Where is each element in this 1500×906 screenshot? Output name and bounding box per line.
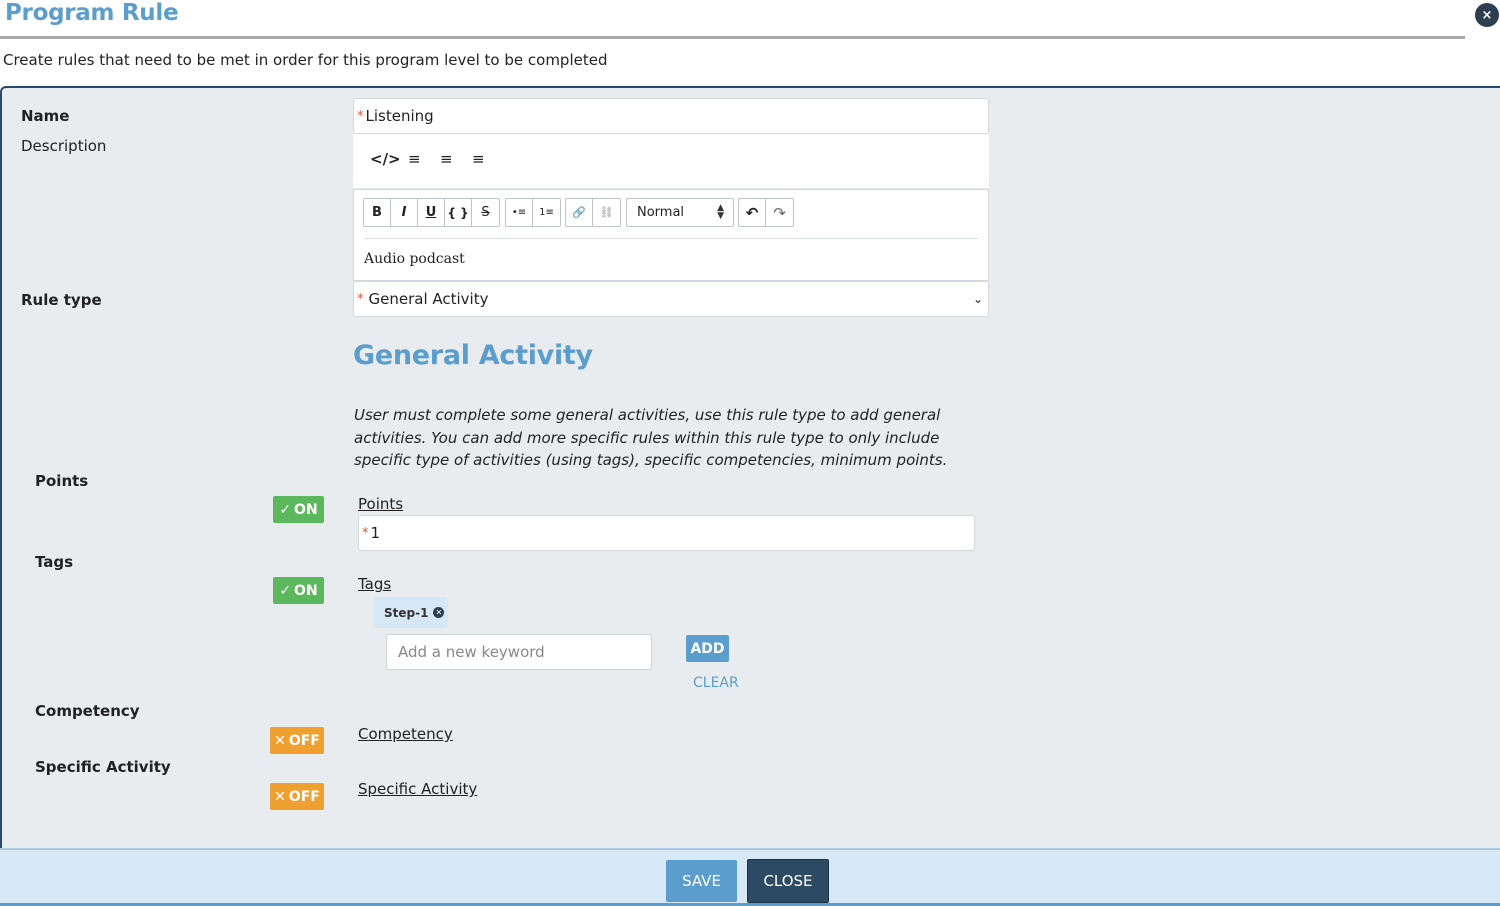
section-description: User must complete some general activiti… (354, 406, 948, 469)
close-icon[interactable]: × (1475, 3, 1499, 27)
competency-toggle-label: OFF (288, 732, 320, 749)
x-icon: ✕ (274, 732, 286, 749)
italic-button[interactable]: I (391, 199, 418, 226)
description-label: Description (21, 137, 107, 155)
ordered-list-button[interactable]: 1≡ (533, 199, 560, 226)
points-toggle-label: ON (294, 501, 318, 518)
align-center-icon[interactable]: ≡ (440, 150, 453, 168)
specific-activity-field-label: Specific Activity (358, 780, 478, 798)
header-select[interactable]: Normal ▲ ▼ (626, 198, 734, 227)
tag-chip: Step-1 ✕ (374, 597, 448, 628)
competency-rule-label: Competency (35, 702, 140, 720)
link-icon[interactable]: 🔗 (566, 199, 593, 226)
title-divider (0, 36, 1465, 39)
align-right-icon[interactable]: ≡ (472, 150, 485, 168)
rule-type-value: General Activity (368, 290, 489, 308)
check-icon: ✓ (279, 501, 292, 518)
remove-tag-icon[interactable]: ✕ (433, 607, 445, 618)
chevron-down-icon: ⌄ (972, 292, 983, 306)
code-block-button[interactable]: { } (445, 199, 472, 226)
header-select-value: Normal (637, 205, 685, 220)
tags-toggle[interactable]: ✓ ON (273, 577, 324, 604)
select-updown-icon: ▲ ▼ (717, 203, 724, 221)
strike-button[interactable]: S (472, 199, 499, 226)
tags-rule-label: Tags (35, 553, 74, 571)
required-mark: * (357, 291, 364, 307)
format-toolbar-group: B I U { } S (363, 198, 500, 227)
editor-content[interactable]: Audio podcast (364, 251, 465, 267)
list-toolbar-group: •≡ 1≡ (505, 198, 561, 227)
underline-button[interactable]: U (418, 199, 445, 226)
history-toolbar-group: ↶ ↷ (738, 198, 794, 227)
undo-icon[interactable]: ↶ (739, 199, 766, 226)
points-input[interactable]: * 1 (358, 515, 975, 551)
clear-keywords-button[interactable]: CLEAR (693, 675, 739, 691)
tag-chip-label: Step-1 (384, 605, 429, 620)
specific-activity-rule-label: Specific Activity (35, 758, 171, 776)
points-field-label: Points (358, 495, 404, 513)
points-rule-label: Points (35, 472, 89, 490)
x-icon: ✕ (274, 788, 286, 805)
redo-icon[interactable]: ↷ (766, 199, 793, 226)
link-toolbar-group: 🔗 ⛓ (565, 198, 621, 227)
save-button[interactable]: SAVE (666, 860, 737, 902)
rule-type-select[interactable]: * General Activity ⌄ (353, 281, 989, 317)
specific-activity-toggle-label: OFF (288, 788, 320, 805)
check-icon: ✓ (279, 582, 292, 599)
add-keyword-button[interactable]: ADD (686, 635, 729, 662)
editor-mode-bar: </> ≡ ≡ ≡ (353, 134, 989, 188)
editor-divider (364, 238, 978, 239)
specific-activity-toggle[interactable]: ✕ OFF (270, 783, 324, 810)
competency-field-label: Competency (358, 725, 453, 743)
dialog-footer: SAVE CLOSE (0, 848, 1500, 906)
close-button[interactable]: CLOSE (747, 859, 829, 903)
code-view-icon[interactable]: </> (370, 150, 401, 168)
bullet-list-button[interactable]: •≡ (506, 199, 533, 226)
tags-field-label: Tags (358, 575, 392, 593)
required-mark: * (357, 108, 364, 124)
align-left-icon[interactable]: ≡ (408, 150, 421, 168)
required-mark: * (362, 525, 369, 541)
description-editor[interactable]: B I U { } S •≡ 1≡ 🔗 ⛓ Normal ▲ ▼ ↶ ↷ Audi… (353, 189, 989, 281)
unlink-icon[interactable]: ⛓ (593, 199, 620, 226)
bold-button[interactable]: B (364, 199, 391, 226)
points-toggle[interactable]: ✓ ON (273, 496, 324, 523)
rule-type-label: Rule type (21, 291, 102, 309)
competency-toggle[interactable]: ✕ OFF (270, 727, 324, 754)
dialog-subtitle: Create rules that need to be met in orde… (3, 51, 608, 69)
keyword-input[interactable]: Add a new keyword (386, 634, 652, 670)
name-input-value: Listening (365, 107, 434, 125)
name-label: Name (21, 107, 70, 125)
points-input-value: 1 (370, 524, 381, 542)
dialog-title: Program Rule (5, 0, 179, 26)
tags-toggle-label: ON (294, 582, 318, 599)
section-title: General Activity (353, 340, 593, 371)
name-input[interactable]: * Listening (353, 98, 989, 134)
